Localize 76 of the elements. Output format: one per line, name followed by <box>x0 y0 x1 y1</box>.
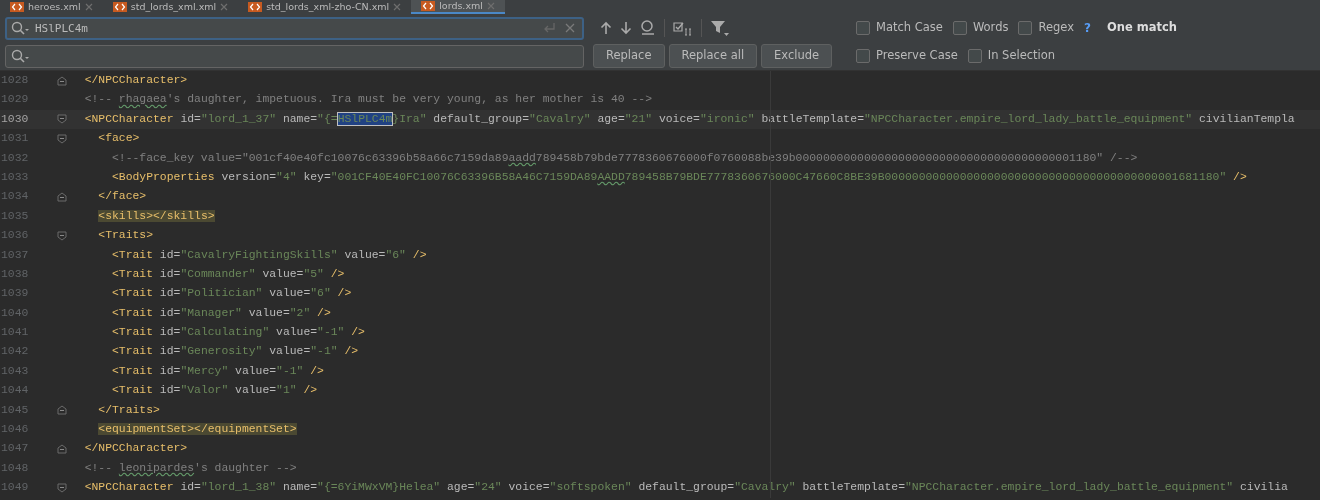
line-number: 1035 <box>0 208 30 224</box>
xml-file-icon <box>10 2 24 12</box>
line-number: 1036 <box>0 228 30 244</box>
code-line: </Traits> <box>97 402 160 418</box>
fold-marker-icon[interactable] <box>57 444 67 455</box>
line-number: 1040 <box>0 305 30 321</box>
line-number: 1048 <box>0 460 30 476</box>
file-tab[interactable]: lords.xml <box>411 0 505 14</box>
line-number: 1044 <box>0 383 30 399</box>
line-number: 1031 <box>0 131 30 147</box>
file-tab[interactable]: std_lords_xml-zho-CN.xml <box>238 0 412 14</box>
filter-icon[interactable] <box>710 19 730 37</box>
fold-marker-icon[interactable] <box>57 482 67 493</box>
checkbox-option[interactable]: Match Case <box>856 19 943 37</box>
search-field[interactable]: HSlPLC4m <box>5 16 584 40</box>
line-number: 1038 <box>0 266 30 282</box>
code-line: <Trait id="Calculating" value="-1" /> <box>111 325 365 341</box>
line-number: 1033 <box>0 169 30 185</box>
code-line: <Trait id="Commander" value="5" /> <box>111 266 345 282</box>
code-line: <Trait id="Manager" value="2" /> <box>111 305 331 321</box>
code-line: </NPCCharacter> <box>83 73 188 88</box>
line-number: 1042 <box>0 344 30 360</box>
code-line: <!-- leonipardes's daughter --> <box>83 460 297 476</box>
find-all-icon[interactable] <box>640 20 656 36</box>
code-line: <Trait id="Generosity" value="-1" /> <box>111 344 359 360</box>
checkbox-option[interactable]: Words <box>952 19 1009 37</box>
checkbox-option[interactable]: In Selection <box>967 47 1056 65</box>
line-number: 1030 <box>0 111 30 127</box>
line-number: 1047 <box>0 441 30 457</box>
checkbox-option[interactable]: Regex <box>1018 19 1074 37</box>
file-tab[interactable]: heroes.xml <box>0 0 103 14</box>
arrow-up-icon[interactable] <box>600 21 612 35</box>
fold-marker-icon[interactable] <box>57 192 67 203</box>
help-link[interactable]: ? <box>1084 19 1091 37</box>
fold-marker-icon[interactable] <box>57 114 67 125</box>
line-number: 1037 <box>0 247 30 263</box>
file-tab[interactable]: std_lords_xml.xml <box>102 0 239 14</box>
arrow-down-icon[interactable] <box>620 21 632 35</box>
exclude-button[interactable]: Exclude <box>761 44 833 68</box>
code-line: <!-- rhagaea's daughter, impetuous. Ira must be very young, as her mother is 40 --> <box>83 92 653 108</box>
code-line: <!--face_key value="001cf40e40fc10076c63396b58a66c7159da89aadd789458b79bde7778360676000f0760088be39b00000000000000000000000000000000000000001180" /--> <box>111 150 1138 166</box>
search-icon[interactable] <box>11 21 29 35</box>
code-line: <NPCCharacter id="lord_1_38" name="{=6YiMWxVM}Helea" age="24" voice="softspoken" default_group="Cavalry" battleTemplate="NPCCharacter.empire_lord_lady_battle_equipment" civilia <box>83 480 1288 496</box>
fold-marker-icon[interactable] <box>57 75 67 86</box>
fold-marker-icon[interactable] <box>57 405 67 416</box>
code-line: </NPCCharacter> <box>83 441 188 457</box>
code-line: <Trait id="Mercy" value="-1" /> <box>111 363 324 379</box>
fold-marker-icon[interactable] <box>57 133 67 144</box>
code-line: </face> <box>97 189 147 205</box>
code-line: <BodyProperties version="4" key="001CF40E40FC10076C63396B58A46C7159DA89AADD789458B79BDE7778360676000C47660C8BE39B0000000000000000000000000000000000000000001681180" /> <box>111 169 1247 185</box>
line-number: 1046 <box>0 422 30 438</box>
line-number: 1041 <box>0 325 30 341</box>
line-number: 1028 <box>0 73 30 88</box>
replace-button[interactable]: Replace <box>593 44 665 68</box>
replace-all-button[interactable]: Replace all <box>668 44 758 68</box>
xml-file-icon <box>421 1 436 11</box>
line-number: 1032 <box>0 150 30 166</box>
xml-file-icon <box>248 2 263 12</box>
match-count: One match <box>1106 19 1177 37</box>
code-line: <Trait id="Valor" value="1" /> <box>111 383 318 399</box>
replace-field[interactable] <box>5 44 584 68</box>
checkbox-option[interactable]: Preserve Case <box>856 47 958 65</box>
line-number: 1039 <box>0 286 30 302</box>
code-line: <Traits> <box>97 228 154 244</box>
line-number: 1029 <box>0 92 30 108</box>
fold-marker-icon[interactable] <box>57 230 67 241</box>
code-line: <face> <box>97 131 140 147</box>
search-icon[interactable] <box>11 49 29 63</box>
select-occurrences-icon[interactable] <box>673 20 693 36</box>
line-number: 1034 <box>0 189 30 205</box>
line-number: 1045 <box>0 402 30 418</box>
code-line: <Trait id="Politician" value="6" /> <box>111 286 352 302</box>
line-number: 1049 <box>0 480 30 496</box>
code-line: <Trait id="CavalryFightingSkills" value="6" /> <box>111 247 427 263</box>
line-number: 1043 <box>0 363 30 379</box>
xml-file-icon <box>112 2 127 12</box>
